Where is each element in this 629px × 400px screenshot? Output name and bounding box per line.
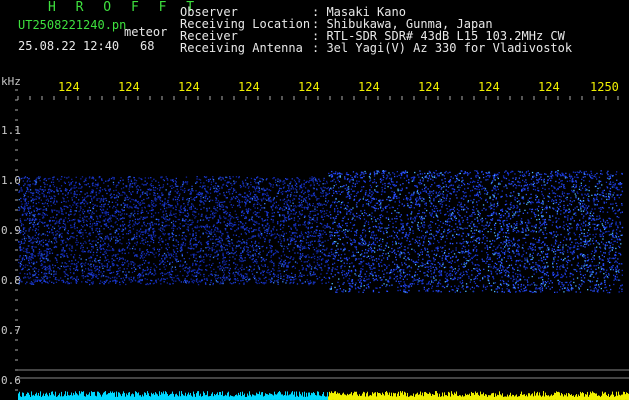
plot-ticks <box>15 89 619 391</box>
signal-noise-band <box>18 170 624 294</box>
spectrogram <box>15 89 629 400</box>
bottom-activity-strip <box>18 391 629 400</box>
